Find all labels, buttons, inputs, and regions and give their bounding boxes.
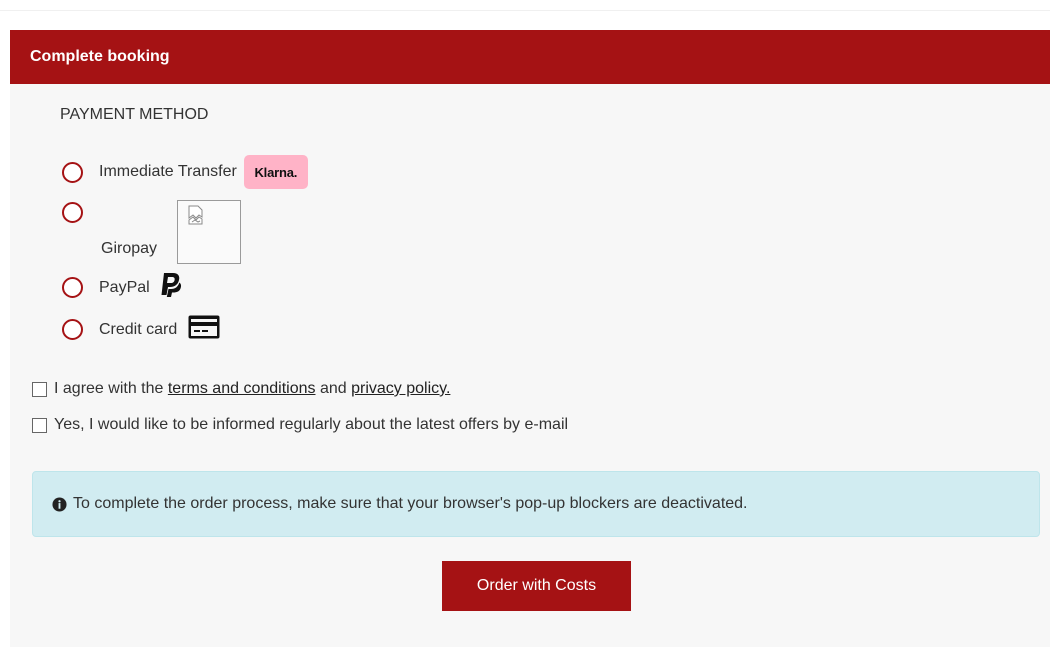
order-button[interactable]: Order with Costs bbox=[442, 561, 631, 611]
paypal-radio[interactable] bbox=[62, 277, 83, 298]
paypal-icon bbox=[160, 272, 182, 303]
panel-header: Complete booking bbox=[10, 30, 1050, 84]
payment-method-heading: PAYMENT METHOD bbox=[60, 106, 209, 123]
klarna-logo: Klarna. bbox=[243, 155, 308, 189]
broken-image-icon bbox=[177, 200, 241, 264]
immediate-transfer-label: Immediate Transfer bbox=[99, 163, 237, 180]
newsletter-row: Yes, I would like to be informed regular… bbox=[32, 416, 568, 434]
credit-card-radio[interactable] bbox=[62, 319, 83, 340]
terms-checkbox[interactable] bbox=[32, 381, 47, 397]
terms-middle: and bbox=[319, 380, 347, 397]
giropay-label: Giropay bbox=[101, 240, 158, 257]
giropay-radio[interactable] bbox=[62, 202, 83, 223]
payment-option-credit-card[interactable]: Credit card bbox=[62, 314, 221, 345]
top-strip bbox=[0, 0, 1050, 11]
credit-card-label: Credit card bbox=[99, 320, 178, 338]
credit-card-icon bbox=[187, 314, 221, 345]
info-icon bbox=[52, 496, 67, 512]
newsletter-checkbox[interactable] bbox=[32, 417, 47, 433]
booking-panel: Complete booking PAYMENT METHOD Immediat… bbox=[10, 30, 1050, 647]
paypal-label: PayPal bbox=[99, 278, 150, 296]
payment-option-paypal[interactable]: PayPal bbox=[62, 272, 182, 303]
terms-row: I agree with the terms and conditions an… bbox=[32, 380, 450, 398]
info-message: To complete the order process, make sure… bbox=[73, 495, 748, 512]
terms-link[interactable]: terms and conditions bbox=[168, 380, 316, 398]
terms-prefix: I agree with the bbox=[54, 380, 164, 397]
privacy-link[interactable]: privacy policy. bbox=[351, 380, 450, 398]
immediate-transfer-radio[interactable] bbox=[62, 161, 83, 183]
newsletter-label: Yes, I would like to be informed regular… bbox=[54, 416, 569, 433]
payment-option-immediate-transfer[interactable]: Immediate Transfer Klarna. bbox=[62, 155, 308, 189]
popup-blocker-info: To complete the order process, make sure… bbox=[32, 471, 1040, 537]
